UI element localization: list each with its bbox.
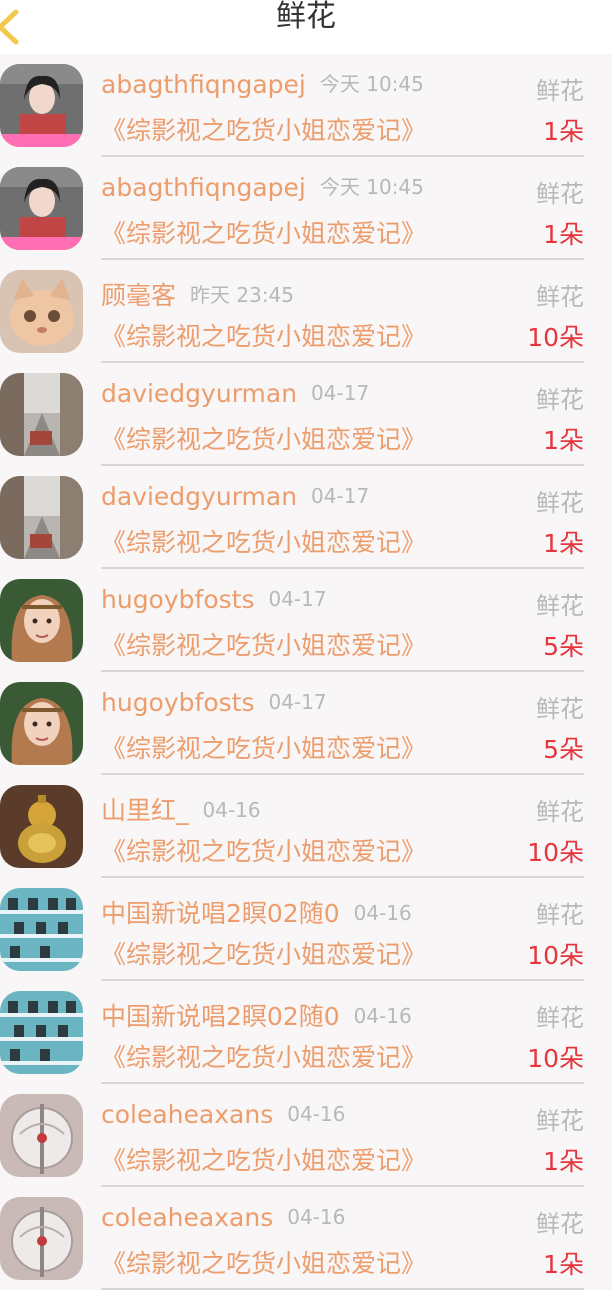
avatar	[0, 579, 83, 662]
timestamp: 04-16	[353, 901, 412, 925]
book-title: 《综影视之吃货小姐恋爱记》	[101, 219, 427, 248]
timestamp: 昨天 23:45	[190, 283, 295, 307]
user-name: 中国新说唱2瞑02随0	[101, 1002, 340, 1031]
gift-type: 鲜花	[536, 77, 584, 105]
list-item[interactable]: 山里红_ 04-16 鲜花 《综影视之吃货小姐恋爱记》 10朵	[0, 775, 612, 878]
gift-type: 鲜花	[536, 283, 584, 311]
user-name: 顾毫客	[101, 281, 177, 310]
user-name: daviedgyurman	[101, 379, 298, 408]
book-title: 《综影视之吃货小姐恋爱记》	[101, 1043, 427, 1072]
timestamp: 04-17	[311, 381, 370, 405]
avatar	[0, 373, 83, 456]
timestamp: 04-16	[353, 1004, 412, 1028]
user-name: hugoybfosts	[101, 688, 255, 717]
list-item[interactable]: hugoybfosts 04-17 鲜花 《综影视之吃货小姐恋爱记》 5朵	[0, 672, 612, 775]
gift-type: 鲜花	[536, 901, 584, 929]
book-title: 《综影视之吃货小姐恋爱记》	[101, 940, 427, 969]
gift-count: 1朵	[543, 117, 584, 146]
gift-type: 鲜花	[536, 798, 584, 826]
gift-type: 鲜花	[536, 695, 584, 723]
gift-type: 鲜花	[536, 386, 584, 414]
gift-count: 1朵	[543, 220, 584, 249]
avatar	[0, 991, 83, 1074]
avatar	[0, 167, 83, 250]
user-name: 山里红_	[101, 796, 189, 825]
avatar	[0, 785, 83, 868]
gift-count: 1朵	[543, 1250, 584, 1279]
user-name: coleaheaxans	[101, 1100, 274, 1129]
list-item[interactable]: daviedgyurman 04-17 鲜花 《综影视之吃货小姐恋爱记》 1朵	[0, 363, 612, 466]
avatar	[0, 1094, 83, 1177]
gift-type: 鲜花	[536, 1210, 584, 1238]
avatar	[0, 476, 83, 559]
timestamp: 今天 10:45	[319, 72, 424, 96]
book-title: 《综影视之吃货小姐恋爱记》	[101, 425, 427, 454]
avatar	[0, 64, 83, 147]
timestamp: 04-17	[268, 587, 327, 611]
timestamp: 04-17	[268, 690, 327, 714]
avatar	[0, 888, 83, 971]
gift-type: 鲜花	[536, 1107, 584, 1135]
user-name: hugoybfosts	[101, 585, 255, 614]
gift-count: 5朵	[543, 632, 584, 661]
gift-count: 1朵	[543, 529, 584, 558]
gift-count: 5朵	[543, 735, 584, 764]
gift-type: 鲜花	[536, 489, 584, 517]
book-title: 《综影视之吃货小姐恋爱记》	[101, 734, 427, 763]
nav-bar: 鲜花	[0, 0, 612, 54]
book-title: 《综影视之吃货小姐恋爱记》	[101, 116, 427, 145]
gift-type: 鲜花	[536, 180, 584, 208]
list-item[interactable]: 中国新说唱2瞑02随0 04-16 鲜花 《综影视之吃货小姐恋爱记》 10朵	[0, 981, 612, 1084]
list-item[interactable]: coleaheaxans 04-16 鲜花 《综影视之吃货小姐恋爱记》 1朵	[0, 1084, 612, 1187]
user-name: abagthfiqngapej	[101, 173, 306, 202]
user-name: abagthfiqngapej	[101, 70, 306, 99]
timestamp: 今天 10:45	[319, 175, 424, 199]
avatar	[0, 270, 83, 353]
list-item[interactable]: 中国新说唱2瞑02随0 04-16 鲜花 《综影视之吃货小姐恋爱记》 10朵	[0, 878, 612, 981]
gift-count: 10朵	[527, 323, 584, 352]
list-item[interactable]: daviedgyurman 04-17 鲜花 《综影视之吃货小姐恋爱记》 1朵	[0, 466, 612, 569]
book-title: 《综影视之吃货小姐恋爱记》	[101, 631, 427, 660]
user-name: daviedgyurman	[101, 482, 298, 511]
list-item[interactable]: abagthfiqngapej 今天 10:45 鲜花 《综影视之吃货小姐恋爱记》…	[0, 157, 612, 260]
book-title: 《综影视之吃货小姐恋爱记》	[101, 1146, 427, 1175]
timestamp: 04-16	[287, 1102, 346, 1126]
user-name: 中国新说唱2瞑02随0	[101, 899, 340, 928]
user-name: coleaheaxans	[101, 1203, 274, 1232]
timestamp: 04-16	[287, 1205, 346, 1229]
page-title: 鲜花	[276, 0, 336, 34]
timestamp: 04-17	[311, 484, 370, 508]
gift-record-list: abagthfiqngapej 今天 10:45 鲜花 《综影视之吃货小姐恋爱记》…	[0, 54, 612, 1290]
gift-count: 1朵	[543, 426, 584, 455]
gift-count: 10朵	[527, 941, 584, 970]
gift-count: 10朵	[527, 1044, 584, 1073]
avatar	[0, 1197, 83, 1280]
list-item[interactable]: coleaheaxans 04-16 鲜花 《综影视之吃货小姐恋爱记》 1朵	[0, 1187, 612, 1290]
book-title: 《综影视之吃货小姐恋爱记》	[101, 528, 427, 557]
gift-type: 鲜花	[536, 1004, 584, 1032]
timestamp: 04-16	[202, 798, 261, 822]
gift-count: 10朵	[527, 838, 584, 867]
gift-count: 1朵	[543, 1147, 584, 1176]
book-title: 《综影视之吃货小姐恋爱记》	[101, 837, 427, 866]
list-item[interactable]: abagthfiqngapej 今天 10:45 鲜花 《综影视之吃货小姐恋爱记》…	[0, 54, 612, 157]
list-item[interactable]: hugoybfosts 04-17 鲜花 《综影视之吃货小姐恋爱记》 5朵	[0, 569, 612, 672]
book-title: 《综影视之吃货小姐恋爱记》	[101, 1249, 427, 1278]
book-title: 《综影视之吃货小姐恋爱记》	[101, 322, 427, 351]
list-item[interactable]: 顾毫客 昨天 23:45 鲜花 《综影视之吃货小姐恋爱记》 10朵	[0, 260, 612, 363]
avatar	[0, 682, 83, 765]
gift-type: 鲜花	[536, 592, 584, 620]
